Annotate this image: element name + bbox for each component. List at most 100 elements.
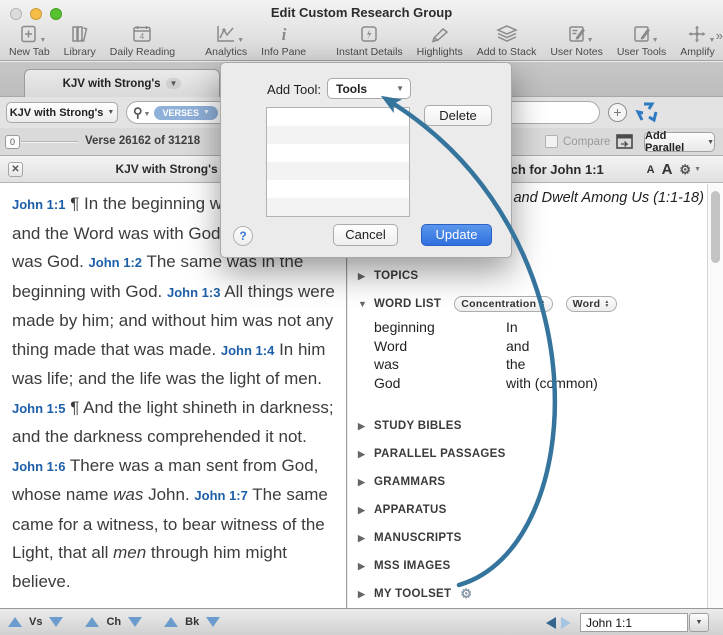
history-forward-icon[interactable] xyxy=(561,617,571,629)
section-my-toolset[interactable]: ▶MY TOOLSET⚙ xyxy=(358,580,703,608)
gear-icon[interactable]: ⚙ xyxy=(460,586,472,602)
reference-input[interactable]: John 1:1 xyxy=(580,613,688,632)
verse-reference[interactable]: John 1:5 xyxy=(12,401,65,416)
toolbar-item-instant-details[interactable]: Instant Details xyxy=(329,23,410,58)
vertical-scrollbar[interactable] xyxy=(707,184,723,608)
window-title: Edit Custom Research Group xyxy=(0,5,723,20)
toolbar-item-library[interactable]: Library xyxy=(57,23,103,58)
verse-reference[interactable]: John 1:1 xyxy=(12,197,65,212)
word-list-rows: beginningInWordandwastheGodwith (common) xyxy=(374,318,703,392)
add-parallel-button[interactable]: Add Parallel ▼ xyxy=(644,132,715,152)
toolbar-item-amplify[interactable]: ▼Amplify xyxy=(673,23,721,58)
close-pane-icon[interactable]: ✕ xyxy=(8,162,23,177)
nav-up-icon[interactable] xyxy=(8,617,22,627)
update-button[interactable]: Update xyxy=(421,224,492,246)
gear-icon[interactable]: ⚙ xyxy=(679,162,691,178)
section-manuscripts[interactable]: ▶MANUSCRIPTS xyxy=(358,524,703,552)
verse-nav-vs: Vs xyxy=(8,616,63,628)
section-mss-images[interactable]: ▶MSS IMAGES xyxy=(358,552,703,580)
svg-text:4: 4 xyxy=(140,32,145,41)
compare-checkbox[interactable] xyxy=(545,135,558,148)
toolbar-item-highlights[interactable]: Highlights xyxy=(410,23,470,58)
stepper-icon: ▲▼ xyxy=(604,300,609,308)
delete-button[interactable]: Delete xyxy=(424,105,492,126)
word-list-row[interactable]: Godwith (common) xyxy=(374,374,703,393)
tab-kjv-with-strongs[interactable]: KJV with Strong's ▼ xyxy=(24,69,220,97)
triangle-right-icon[interactable]: ▶ xyxy=(358,477,367,488)
word-cell: with (common) xyxy=(506,374,598,393)
scrollbar-thumb[interactable] xyxy=(711,191,720,263)
daily-reading-icon: 4 xyxy=(131,23,153,45)
triangle-right-icon[interactable]: ▶ xyxy=(358,533,367,544)
decrease-font-button[interactable]: A xyxy=(647,164,655,176)
history-back-icon[interactable] xyxy=(546,617,556,629)
triangle-right-icon[interactable]: ▶ xyxy=(358,589,367,600)
nav-down-icon[interactable] xyxy=(49,617,63,627)
chevron-down-icon: ▼ xyxy=(39,37,46,44)
toolbar-item-new-tab[interactable]: ▼New Tab xyxy=(2,23,57,58)
toolbar-item-analytics[interactable]: ▼Analytics xyxy=(198,23,254,58)
tool-list-box[interactable] xyxy=(266,107,410,217)
add-search-button[interactable]: + xyxy=(608,103,627,122)
triangle-right-icon[interactable]: ▶ xyxy=(358,561,367,572)
section-grammars[interactable]: ▶GRAMMARS xyxy=(358,468,703,496)
toolbar-item-info-pane[interactable]: iInfo Pane xyxy=(254,23,313,58)
library-icon xyxy=(70,23,90,45)
section-parallel-passages[interactable]: ▶PARALLEL PASSAGES xyxy=(358,440,703,468)
section-study-bibles[interactable]: ▶ STUDY BIBLES xyxy=(358,412,703,440)
toolbar-item-label: Info Pane xyxy=(261,46,306,58)
verse-slider-handle[interactable]: 0 xyxy=(5,135,20,149)
triangle-right-icon[interactable]: ▶ xyxy=(358,449,367,460)
tab-label: KJV with Strong's xyxy=(63,78,161,90)
cancel-button[interactable]: Cancel xyxy=(333,224,398,246)
triangle-right-icon[interactable]: ▶ xyxy=(358,505,367,516)
triangle-right-icon[interactable]: ▶ xyxy=(358,421,367,432)
section-apparatus[interactable]: ▶ APPARATUS xyxy=(358,496,703,524)
bible-text-selector[interactable]: KJV with Strong's ▼ xyxy=(6,102,118,123)
nav-up-icon[interactable] xyxy=(164,617,178,627)
pane-view-icon[interactable] xyxy=(616,133,634,155)
wordlist-mode-dropdown[interactable]: Word▲▼ xyxy=(566,296,617,312)
word-list-row[interactable]: wasthe xyxy=(374,355,703,374)
toolbar-item-label: Instant Details xyxy=(336,46,403,58)
verse-reference[interactable]: John 1:2 xyxy=(89,255,142,270)
section-label: APPARATUS xyxy=(374,504,447,516)
verse-reference[interactable]: John 1:7 xyxy=(194,488,247,503)
toolbar-item-add-to-stack[interactable]: Add to Stack xyxy=(470,23,544,58)
wordlist-sort-dropdown[interactable]: Concentration▲▼ xyxy=(454,296,552,312)
user-tools-icon: ▼ xyxy=(632,23,652,45)
nav-up-icon[interactable] xyxy=(85,617,99,627)
toolbar-item-user-notes[interactable]: ▼User Notes xyxy=(543,23,610,58)
word-cell: Word xyxy=(374,337,506,356)
verse-reference[interactable]: John 1:3 xyxy=(167,285,220,300)
tab-dropdown-icon[interactable]: ▼ xyxy=(166,78,182,89)
triangle-down-icon[interactable]: ▼ xyxy=(358,299,367,309)
search-options-caret-icon[interactable]: ▼ xyxy=(144,111,151,118)
word-list-row[interactable]: Wordand xyxy=(374,337,703,356)
toolbar-item-user-tools[interactable]: ▼User Tools xyxy=(610,23,673,58)
nav-down-icon[interactable] xyxy=(206,617,220,627)
section-label: STUDY BIBLES xyxy=(374,420,462,432)
verse-nav-ch: Ch xyxy=(85,616,142,628)
toolbar-item-daily-reading[interactable]: 4Daily Reading xyxy=(103,23,182,58)
chevron-down-icon: ▼ xyxy=(694,166,701,173)
main-toolbar: ▼New TabLibrary4Daily Reading ▼Analyticsi… xyxy=(2,23,709,61)
triangle-right-icon[interactable]: ▶ xyxy=(358,271,367,282)
reference-dropdown-button[interactable]: ▼ xyxy=(689,613,709,632)
section-word-list[interactable]: ▼WORD LISTConcentration▲▼Word▲▼ xyxy=(358,290,703,318)
search-scope-pill[interactable]: VERSES ▼ xyxy=(154,106,217,120)
add-tool-dropdown[interactable]: Tools ▼ xyxy=(327,78,411,99)
increase-font-button[interactable]: A xyxy=(662,161,673,178)
help-button[interactable]: ? xyxy=(233,226,253,246)
word-list-row[interactable]: beginningIn xyxy=(374,318,703,337)
verse-slider-track[interactable] xyxy=(21,141,78,143)
verse-reference[interactable]: John 1:6 xyxy=(12,459,65,474)
section-topics[interactable]: ▶TOPICS xyxy=(358,262,703,290)
chevron-down-icon: ▼ xyxy=(107,109,114,116)
nav-label: Ch xyxy=(106,616,121,628)
verse-reference[interactable]: John 1:4 xyxy=(221,343,274,358)
analytics-icon: ▼ xyxy=(215,23,237,45)
nav-down-icon[interactable] xyxy=(128,617,142,627)
research-icon[interactable] xyxy=(634,100,660,129)
toolbar-overflow-icon[interactable]: » xyxy=(716,28,721,43)
